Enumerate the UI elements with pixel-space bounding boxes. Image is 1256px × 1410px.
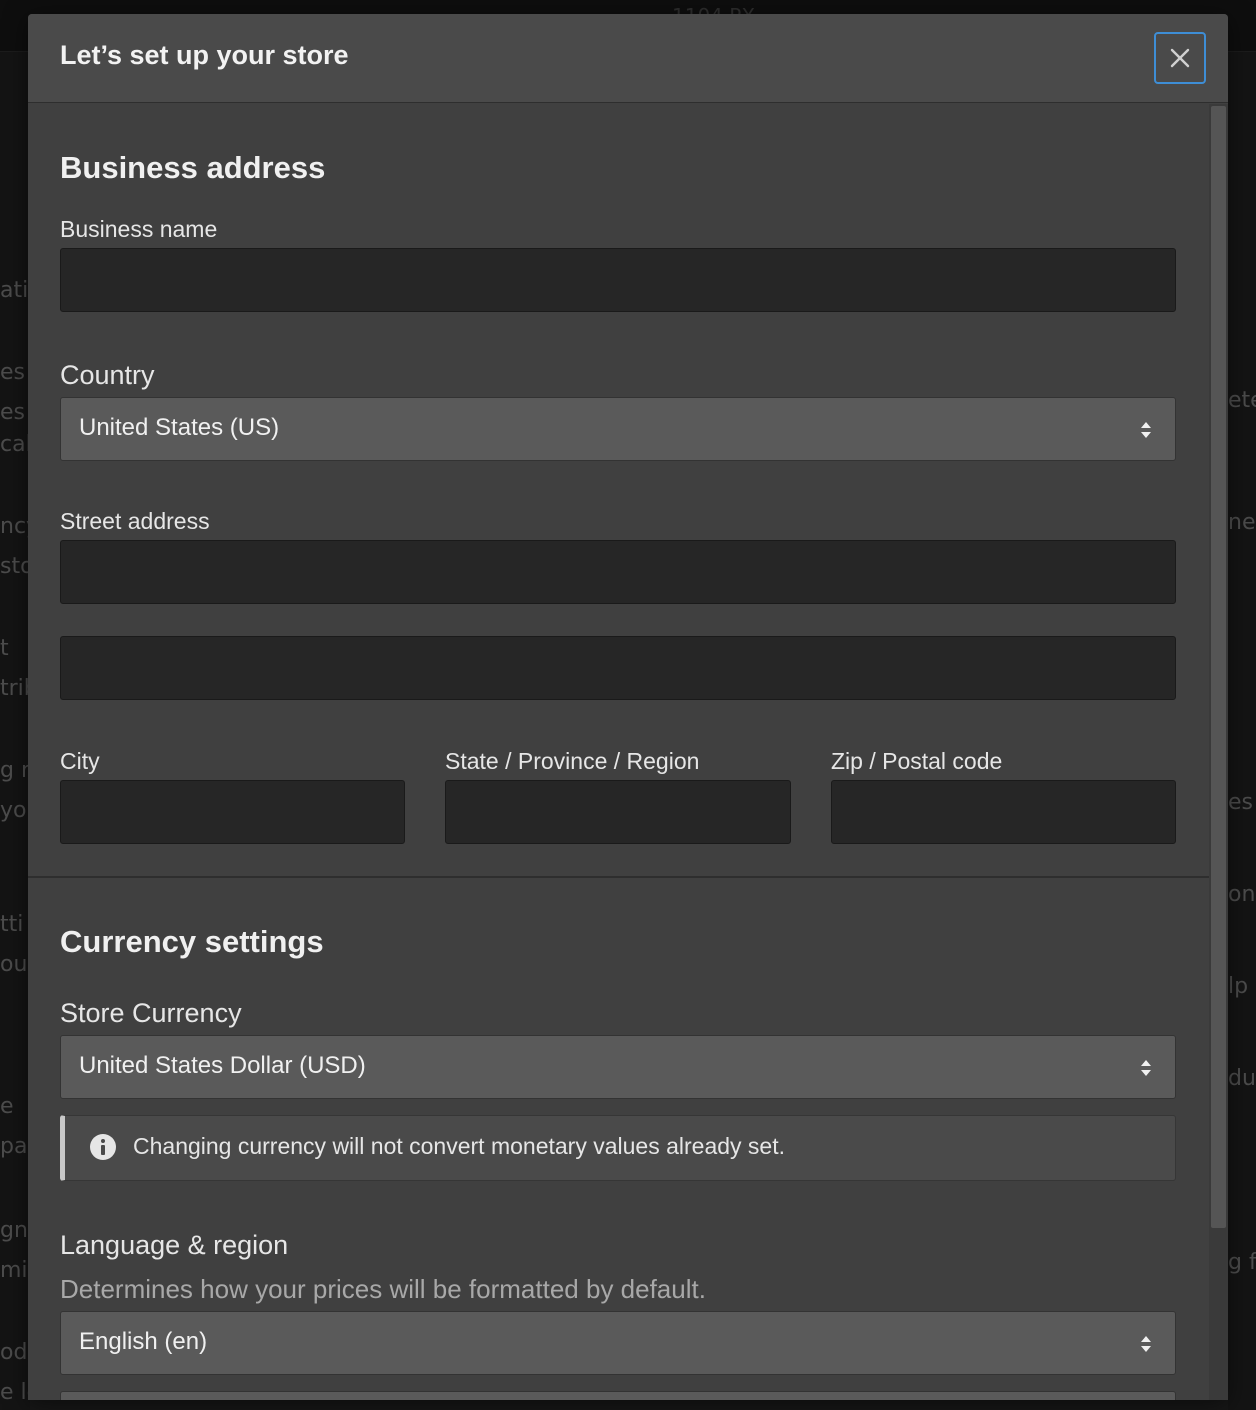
city-label: City (60, 748, 100, 774)
country-select-value: United States (US) (79, 414, 280, 441)
select-arrows-icon (1141, 1060, 1151, 1076)
language-region-label: Language & region (60, 1230, 289, 1260)
store-currency-select[interactable]: United States Dollar (USD) (60, 1035, 1176, 1099)
zip-label: Zip / Postal code (831, 748, 1003, 774)
language-region-hint: Determines how your prices will be forma… (60, 1274, 706, 1304)
zip-input[interactable] (831, 780, 1176, 844)
info-icon (90, 1134, 116, 1160)
store-setup-modal: Let’s set up your store Business address… (28, 14, 1228, 1400)
modal-body: Business address Business name Country U… (28, 104, 1209, 1400)
modal-title: Let’s set up your store (60, 40, 349, 70)
modal-header: Let’s set up your store (28, 14, 1228, 103)
select-arrows-icon (1141, 1336, 1151, 1352)
state-label: State / Province / Region (445, 748, 700, 774)
language-select-value: English (en) (79, 1328, 208, 1355)
country-label: Country (60, 360, 155, 390)
business-name-label: Business name (60, 216, 218, 242)
store-currency-label: Store Currency (60, 998, 242, 1028)
street-address-line2-input[interactable] (60, 636, 1176, 700)
currency-notice-text: Changing currency will not convert monet… (133, 1133, 785, 1159)
state-input[interactable] (445, 780, 791, 844)
language-select[interactable]: English (en) (60, 1311, 1176, 1375)
country-select[interactable]: United States (US) (60, 397, 1176, 461)
close-icon (1170, 48, 1190, 68)
close-button[interactable] (1154, 32, 1206, 84)
business-address-heading: Business address (60, 150, 326, 185)
store-currency-select-value: United States Dollar (USD) (79, 1052, 366, 1079)
next-select-partial[interactable] (60, 1391, 1176, 1400)
street-address-label: Street address (60, 508, 210, 534)
modal-scrollbar-thumb[interactable] (1211, 106, 1226, 1228)
street-address-line1-input[interactable] (60, 540, 1176, 604)
select-arrows-icon (1141, 422, 1151, 438)
city-input[interactable] (60, 780, 405, 844)
section-divider (28, 876, 1209, 878)
currency-settings-heading: Currency settings (60, 924, 324, 959)
business-name-input[interactable] (60, 248, 1176, 312)
currency-notice: Changing currency will not convert monet… (60, 1115, 1176, 1181)
